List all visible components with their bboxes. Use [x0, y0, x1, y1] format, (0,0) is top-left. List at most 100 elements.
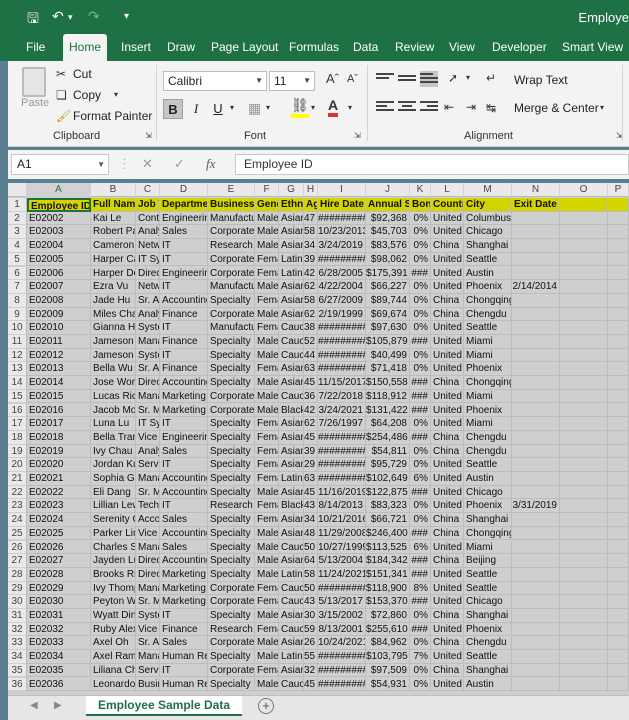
cell-i27[interactable]: 5/13/2004	[318, 554, 366, 568]
align-top-icon[interactable]	[376, 71, 394, 87]
cell-g25[interactable]: Asian	[279, 526, 304, 541]
cell-b34[interactable]: Axel Ramirez	[91, 650, 136, 664]
cell-k14[interactable]: ###	[410, 376, 431, 390]
insert-function-icon[interactable]: fx	[206, 156, 215, 172]
cell-j15[interactable]: $118,912	[366, 389, 410, 404]
cell-m18[interactable]: Chengdu	[464, 430, 512, 445]
cell-h31[interactable]: 30	[304, 609, 318, 623]
cell-m3[interactable]: Chicago	[464, 225, 512, 240]
cell-m33[interactable]: Chengdu	[464, 636, 512, 651]
cell-j33[interactable]: $84,962	[366, 636, 410, 651]
cell-k21[interactable]: 6%	[410, 472, 431, 486]
row-header[interactable]: 35	[8, 663, 27, 678]
cell-m11[interactable]: Miami	[464, 335, 512, 349]
column-header-h[interactable]: H	[304, 183, 318, 197]
cell-c15[interactable]: Manager	[136, 389, 160, 404]
column-header-n[interactable]: N	[512, 183, 560, 197]
cell-a3[interactable]: E02003	[27, 225, 91, 240]
cell-g29[interactable]: Caucasian	[279, 581, 304, 596]
cell-k28[interactable]: ###	[410, 567, 431, 582]
cell-j3[interactable]: $45,703	[366, 225, 410, 240]
cell-b26[interactable]: Charles Simmons	[91, 540, 136, 555]
cell-a8[interactable]: E02008	[27, 293, 91, 308]
row-header[interactable]: 23	[8, 499, 27, 514]
cell-n27[interactable]	[512, 554, 560, 568]
underline-button[interactable]: U	[208, 99, 228, 119]
cell-e10[interactable]: Manufacturing	[208, 321, 255, 335]
cell-k6[interactable]: ###	[410, 266, 431, 281]
cell-m13[interactable]: Phoenix	[464, 362, 512, 377]
cell-g7[interactable]: Asian	[279, 280, 304, 294]
cell-g1[interactable]: Ethnicity	[279, 198, 304, 212]
cell-k34[interactable]: 7%	[410, 650, 431, 664]
cell-k27[interactable]: ###	[410, 554, 431, 568]
cell-p4[interactable]	[608, 239, 629, 253]
cell-b7[interactable]: Ezra Vu	[91, 280, 136, 294]
cell-a34[interactable]: E02034	[27, 650, 91, 664]
cell-h1[interactable]: Age	[304, 198, 318, 212]
cell-g19[interactable]: Asian	[279, 444, 304, 459]
cell-f21[interactable]: Female	[255, 472, 279, 486]
cell-f30[interactable]: Female	[255, 595, 279, 609]
cell-l4[interactable]: China	[431, 239, 464, 253]
tab-file[interactable]: File	[26, 34, 45, 61]
cell-i28[interactable]: 11/24/2021	[318, 567, 366, 582]
redo-icon[interactable]: ↷	[88, 8, 100, 25]
cell-o12[interactable]	[560, 348, 608, 363]
cell-j8[interactable]: $89,744	[366, 293, 410, 308]
cell-g13[interactable]: Asian	[279, 362, 304, 377]
cell-j12[interactable]: $40,499	[366, 348, 410, 363]
cell-p9[interactable]	[608, 307, 629, 322]
cell-o28[interactable]	[560, 567, 608, 582]
cell-i20[interactable]: #########	[318, 458, 366, 472]
align-right-icon[interactable]	[420, 99, 438, 115]
cell-i23[interactable]: 8/14/2013	[318, 499, 366, 514]
cell-d6[interactable]: Engineering	[160, 266, 208, 281]
cell-p24[interactable]	[608, 513, 629, 527]
cell-p35[interactable]	[608, 663, 629, 678]
cell-b9[interactable]: Miles Chang	[91, 307, 136, 322]
cell-i18[interactable]: #########	[318, 430, 366, 445]
tab-insert[interactable]: Insert	[121, 34, 151, 61]
cell-a36[interactable]: E02036	[27, 677, 91, 692]
cell-i2[interactable]: #########	[318, 211, 366, 226]
cell-l36[interactable]: United States	[431, 677, 464, 692]
cell-g32[interactable]: Caucasian	[279, 622, 304, 637]
cell-e3[interactable]: Corporate	[208, 225, 255, 240]
cell-l6[interactable]: United States	[431, 266, 464, 281]
cell-i21[interactable]: #########	[318, 472, 366, 486]
cell-e25[interactable]: Specialty Products	[208, 526, 255, 541]
cell-f19[interactable]: Female	[255, 444, 279, 459]
cell-n32[interactable]	[512, 622, 560, 637]
cell-a35[interactable]: E02035	[27, 663, 91, 678]
cell-o5[interactable]	[560, 252, 608, 267]
cell-o25[interactable]	[560, 526, 608, 541]
cell-f3[interactable]: Male	[255, 225, 279, 240]
row-header[interactable]: 28	[8, 567, 27, 582]
cell-i7[interactable]: 4/22/2004	[318, 280, 366, 294]
cell-k24[interactable]: 0%	[410, 513, 431, 527]
cell-a9[interactable]: E02009	[27, 307, 91, 322]
cell-f5[interactable]: Female	[255, 252, 279, 267]
cell-i24[interactable]: 10/21/2016	[318, 513, 366, 527]
cell-o35[interactable]	[560, 663, 608, 678]
cell-j4[interactable]: $83,576	[366, 239, 410, 253]
cell-j23[interactable]: $83,323	[366, 499, 410, 514]
cell-h13[interactable]: 63	[304, 362, 318, 377]
cell-p12[interactable]	[608, 348, 629, 363]
cell-p17[interactable]	[608, 417, 629, 431]
cell-k15[interactable]: ###	[410, 389, 431, 404]
cell-d30[interactable]: Marketing	[160, 595, 208, 609]
cell-f31[interactable]: Male	[255, 609, 279, 623]
cell-h35[interactable]: 32	[304, 663, 318, 678]
cell-h24[interactable]: 34	[304, 513, 318, 527]
cell-i22[interactable]: 11/16/2019	[318, 485, 366, 500]
cell-l10[interactable]: United States	[431, 321, 464, 335]
row-header[interactable]: 5	[8, 252, 27, 267]
increase-indent-icon[interactable]: ⇥	[466, 100, 476, 114]
cell-k22[interactable]: ###	[410, 485, 431, 500]
font-size-select[interactable]: 11 ▼	[269, 71, 315, 91]
cell-k1[interactable]: Bonus %	[410, 198, 431, 212]
row-header[interactable]: 4	[8, 239, 27, 253]
cell-d24[interactable]: Sales	[160, 513, 208, 527]
